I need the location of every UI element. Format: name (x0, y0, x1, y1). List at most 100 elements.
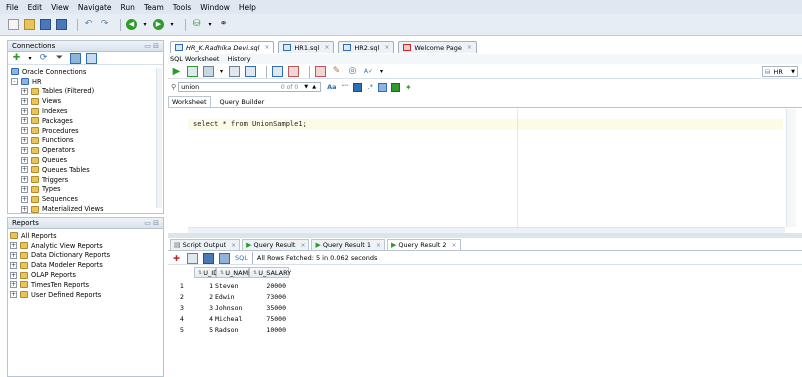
menu-file[interactable]: File (6, 3, 19, 12)
cell-u-name[interactable]: Radson (214, 326, 248, 334)
undo-icon[interactable]: ↶ (83, 19, 94, 30)
close-icon[interactable]: × (324, 44, 329, 51)
expand-icon[interactable]: + (10, 242, 17, 250)
menu-run[interactable]: Run (121, 3, 135, 12)
schema-browser-icon[interactable] (70, 52, 81, 64)
expand-icon[interactable]: + (21, 107, 28, 115)
expand-icon[interactable]: + (21, 195, 28, 203)
print-icon[interactable] (187, 252, 198, 264)
close-icon[interactable]: × (452, 242, 457, 249)
tree-item-operators[interactable]: + Operators (11, 145, 163, 155)
replace-icon[interactable] (391, 82, 401, 92)
column-header-u-id[interactable]: ⇅ U_ID (194, 267, 218, 278)
table-row[interactable]: 4 4 Micheal 75000 (170, 313, 310, 324)
tree-item-triggers[interactable]: + Triggers (11, 175, 163, 185)
menu-team[interactable]: Team (144, 3, 164, 12)
refresh-results-icon[interactable] (219, 252, 230, 264)
pane-splitter[interactable] (168, 233, 802, 238)
report-item-data-modeler-reports[interactable]: + Data Modeler Reports (10, 260, 163, 270)
refresh-icon[interactable]: ⟳ (38, 53, 49, 64)
expand-icon[interactable]: + (21, 146, 28, 154)
report-item-user-defined-reports[interactable]: + User Defined Reports (10, 290, 163, 300)
chevron-down-icon[interactable]: ▾ (27, 53, 33, 64)
tree-item-queues-tables[interactable]: + Queues Tables (11, 165, 163, 175)
cell-u-name[interactable]: Micheal (214, 315, 248, 323)
search-next-icon[interactable]: ▼ (304, 84, 308, 90)
tree-item-packages[interactable]: + Packages (11, 116, 163, 126)
expand-icon[interactable]: + (21, 97, 28, 105)
tree-item-materialized-views[interactable]: + Materialized Views (11, 204, 163, 214)
chevron-down-icon[interactable]: ▾ (142, 19, 148, 30)
expand-icon[interactable]: + (10, 261, 17, 269)
table-row[interactable]: 2 2 Edwin 73000 (170, 291, 310, 302)
tab-query-result-2[interactable]: ▶ Query Result 2 × (387, 239, 461, 250)
sql-link[interactable]: SQL (235, 254, 248, 262)
eraser-icon[interactable]: ✎ (331, 66, 342, 77)
editor-code[interactable]: select * from UnionSample1; (193, 120, 307, 128)
autotrace-icon[interactable] (272, 66, 283, 77)
tree-item-hr[interactable]: - HR (11, 77, 163, 87)
whole-word-icon[interactable]: “” (342, 83, 349, 91)
cell-u-id[interactable]: 2 (190, 293, 214, 301)
tree-item-tables-filtered[interactable]: + Tables (Filtered) (11, 87, 163, 97)
tuning-icon[interactable]: ◎ (347, 66, 358, 77)
pin-icon[interactable]: ✚ (171, 253, 182, 264)
binoculars-icon[interactable]: ⚭ (218, 19, 229, 30)
expand-icon[interactable]: + (21, 156, 28, 164)
tree-item-procedures[interactable]: + Procedures (11, 126, 163, 136)
filter-icon[interactable]: ⏷ (54, 53, 65, 64)
close-icon[interactable]: × (300, 242, 305, 249)
rollback-icon[interactable] (229, 66, 240, 77)
save-all-icon[interactable] (56, 19, 67, 30)
explain-plan-icon[interactable] (245, 66, 256, 77)
close-icon[interactable]: × (264, 44, 269, 51)
expand-icon[interactable]: + (21, 136, 28, 144)
database-icon[interactable]: ⛁ (191, 19, 202, 30)
back-icon[interactable]: ◀ (126, 19, 137, 30)
expand-icon[interactable]: + (21, 166, 28, 174)
spell-icon[interactable]: A✓ (363, 66, 374, 77)
menu-tools[interactable]: Tools (173, 3, 191, 12)
tree-item-functions[interactable]: + Functions (11, 136, 163, 146)
cell-u-salary[interactable]: 35000 (248, 304, 288, 312)
match-case-icon[interactable]: Aa (327, 83, 336, 91)
menu-help[interactable]: Help (239, 3, 256, 12)
tree-item-oracle-connections[interactable]: Oracle Connections (11, 67, 163, 77)
menu-navigate[interactable]: Navigate (78, 3, 112, 12)
regex-icon[interactable]: .* (367, 83, 373, 91)
search-field[interactable]: union 0 of 0 ▼ ▲ (178, 82, 322, 92)
tree-item-types[interactable]: + Types (11, 185, 163, 195)
cell-u-id[interactable]: 4 (190, 315, 214, 323)
commit-icon[interactable] (203, 66, 214, 77)
collapse-icon[interactable]: - (11, 78, 18, 86)
cell-u-id[interactable]: 5 (190, 326, 214, 334)
chevron-down-icon[interactable]: ▾ (207, 19, 213, 30)
tab-query-builder[interactable]: Query Builder (213, 96, 269, 107)
tree-item-queues[interactable]: + Queues (11, 155, 163, 165)
search-prev-icon[interactable]: ▲ (312, 84, 316, 90)
report-item-all-reports[interactable]: All Reports (10, 231, 163, 241)
connection-selector[interactable]: ⛁ HR ▼ (762, 66, 798, 77)
tab-hr1-sql[interactable]: HR1.sql × (278, 41, 335, 53)
expand-icon[interactable]: + (21, 176, 28, 184)
menu-window[interactable]: Window (200, 3, 230, 12)
cell-u-salary[interactable]: 73000 (248, 293, 288, 301)
expand-icon[interactable]: + (10, 291, 17, 299)
redo-icon[interactable]: ↷ (99, 19, 110, 30)
tab-query-result-1[interactable]: ▶ Query Result 1 × (311, 239, 386, 250)
run-script-icon[interactable] (187, 66, 198, 77)
open-folder-icon[interactable] (24, 19, 35, 30)
clear-icon[interactable] (288, 66, 299, 77)
close-icon[interactable]: × (231, 242, 236, 249)
report-item-data-dictionary-reports[interactable]: + Data Dictionary Reports (10, 251, 163, 261)
tab-hr-k-radhika-devi-sql[interactable]: HR_K.Radhika Devi.sql × (170, 41, 275, 53)
cell-u-salary[interactable]: 10000 (248, 326, 288, 334)
expand-icon[interactable]: + (21, 185, 28, 193)
panel-controls[interactable]: ▭ ⊟ (144, 42, 159, 50)
editor-vertical-scrollbar[interactable] (786, 109, 796, 227)
tab-query-result[interactable]: ▶ Query Result × (242, 239, 310, 250)
tree-item-views[interactable]: + Views (11, 96, 163, 106)
cell-u-name[interactable]: Steven (214, 282, 248, 290)
cell-u-name[interactable]: Edwin (214, 293, 248, 301)
tree-item-indexes[interactable]: + Indexes (11, 106, 163, 116)
